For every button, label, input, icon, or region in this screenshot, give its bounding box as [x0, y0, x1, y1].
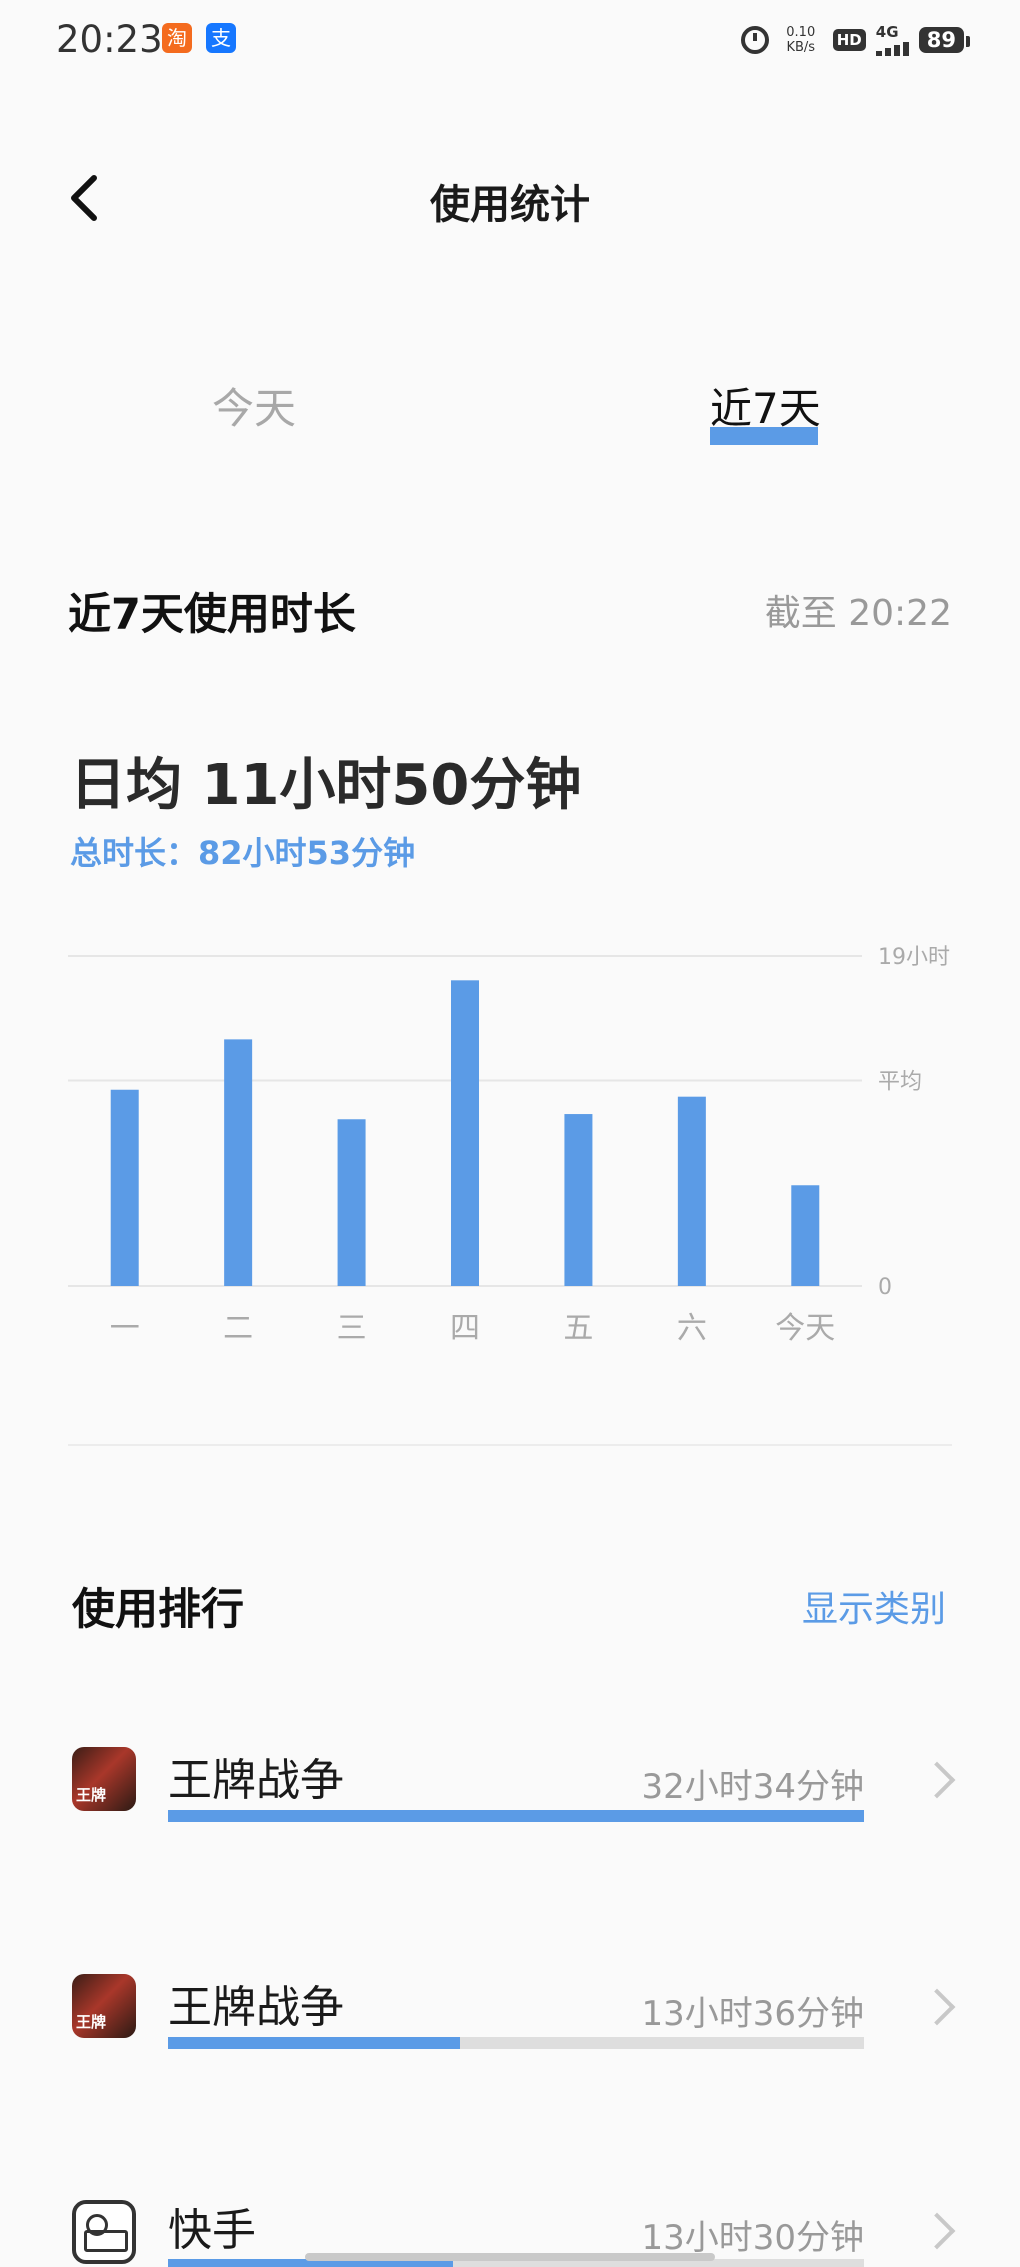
- as-of-time: 截至 20:22: [764, 593, 952, 634]
- network-speed-unit: KB/s: [786, 40, 816, 55]
- chevron-right-icon: [918, 2212, 956, 2250]
- status-time: 20:23: [56, 18, 163, 61]
- usage-stats-screen: 20:23 淘 支 0.10 KB/s HD 4G 89 使用统计 今天 近7天: [0, 0, 1020, 2267]
- chart-bar: [564, 1114, 593, 1286]
- tab-today[interactable]: 今天: [212, 375, 296, 436]
- app-duration: 13小时36分钟: [641, 1994, 864, 2034]
- app-duration: 32小时34分钟: [641, 1767, 864, 1807]
- status-bar: 20:23 淘 支 0.10 KB/s HD 4G 89: [0, 0, 1020, 80]
- battery-icon: 89: [918, 27, 971, 53]
- chart-y-tick-label: 19小时: [878, 945, 950, 970]
- chart-x-tick-label: 五: [563, 1311, 593, 1346]
- chart-bar: [224, 1039, 253, 1286]
- chart-y-tick-label: 0: [878, 1275, 892, 1300]
- usage-progress-bar: [168, 1810, 864, 1822]
- chart-bar: [451, 980, 479, 1286]
- show-category-link[interactable]: 显示类别: [802, 1580, 946, 1632]
- app-duration: 13小时30分钟: [641, 2218, 864, 2258]
- usage-progress-fill: [168, 2037, 461, 2049]
- status-indicators: 0.10 KB/s HD 4G 89: [740, 20, 971, 60]
- chevron-right-icon: [918, 1988, 956, 2026]
- app-name: 王牌战争: [168, 1755, 344, 1806]
- chart-x-tick-label: 二: [223, 1311, 253, 1346]
- alarm-icon: [740, 26, 769, 54]
- chart-y-tick-label: 平均: [878, 1070, 922, 1095]
- network-type: 4G: [875, 22, 899, 41]
- network-speed-value: 0.10: [786, 25, 816, 40]
- signal-icon: 4G: [875, 22, 909, 56]
- home-indicator[interactable]: [305, 2253, 715, 2261]
- ranking-item[interactable]: 王牌战争 32小时34分钟: [0, 1715, 1020, 1885]
- kuaishou-app-icon: [72, 2200, 136, 2264]
- chart-x-tick-label: 三: [337, 1311, 367, 1346]
- usage-progress-fill: [168, 1810, 864, 1822]
- taobao-notification-icon: 淘: [162, 23, 192, 53]
- chart-x-tick-label: 四: [450, 1311, 480, 1346]
- ranking-title: 使用排行: [72, 1585, 244, 1635]
- app-name: 王牌战争: [168, 1982, 344, 2033]
- signal-bars: [875, 40, 909, 56]
- chart-x-tick-label: 今天: [775, 1311, 835, 1346]
- page-title: 使用统计: [430, 182, 590, 228]
- chart-x-tick-label: 一: [110, 1311, 140, 1346]
- daily-average: 日均 11小时50分钟: [70, 753, 582, 818]
- chart-bar: [677, 1096, 706, 1286]
- chart-bar: [110, 1089, 139, 1286]
- section-divider: [68, 1444, 952, 1446]
- chart-bar: [791, 1185, 820, 1286]
- ranking-item[interactable]: 王牌战争 13小时36分钟: [0, 1942, 1020, 2112]
- alipay-notification-icon: 支: [206, 23, 236, 53]
- usage-progress-bar: [168, 2037, 864, 2049]
- network-speed: 0.10 KB/s: [779, 25, 823, 55]
- chart-x-tick-label: 六: [677, 1311, 707, 1346]
- game-app-icon: [72, 1974, 136, 2038]
- usage-bar-chart: 19小时平均 0 一 二 三 四 五 六 今天: [0, 930, 1020, 1350]
- hd-icon: HD: [832, 29, 866, 51]
- summary-title: 近7天使用时长: [68, 590, 356, 640]
- total-duration: 总时长：82小时53分钟: [70, 834, 416, 872]
- game-app-icon: [72, 1747, 136, 1811]
- tab-selected-indicator: [710, 427, 818, 445]
- chevron-right-icon: [918, 1761, 956, 1799]
- chart-bar: [337, 1119, 366, 1286]
- chart-canvas: 19小时平均 0 一 二 三 四 五 六 今天: [68, 945, 950, 1346]
- app-name: 快手: [168, 2205, 256, 2256]
